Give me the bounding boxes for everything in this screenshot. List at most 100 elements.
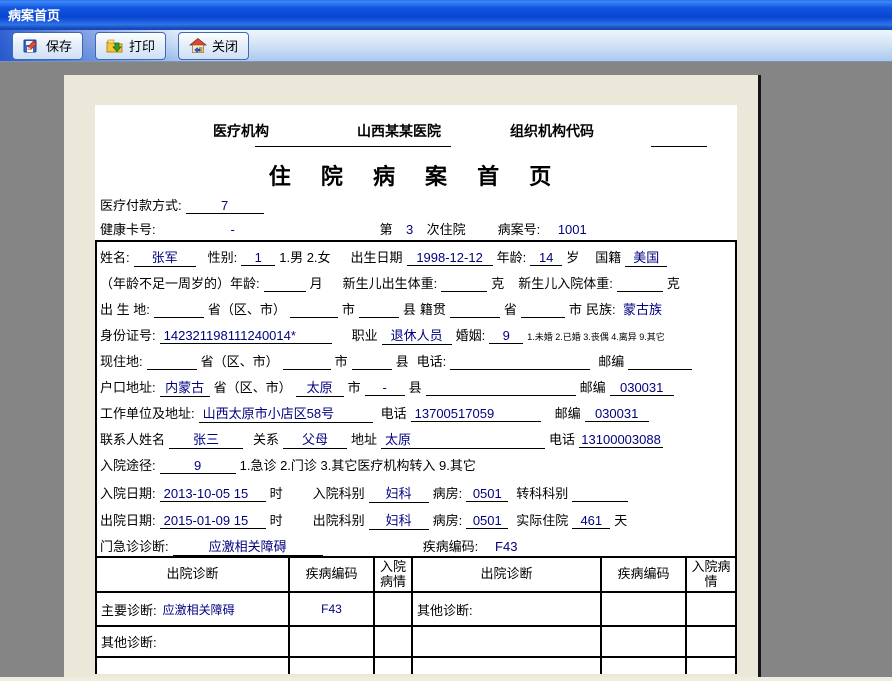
diagnosis-cell: 其他诊断: [95, 627, 290, 658]
form-row: 出院日期: 2015-01-09 15 时 出院科别 妇科 病房: 0501 实际住院 461 天 [100, 510, 737, 532]
bottom-scroll-strip[interactable] [0, 677, 892, 681]
field-label: 市 [568, 302, 582, 317]
field-label: 电话 [380, 406, 407, 421]
field-label: 姓名: [100, 250, 130, 265]
diagnosis-cell [602, 593, 687, 627]
field-label: 邮编 [579, 380, 606, 395]
field-label: 身份证号: [100, 328, 156, 343]
form-row: 入院日期: 2013-10-05 15 时 入院科别 妇科 病房: 0501 转科科别 [100, 483, 737, 505]
field-value: - [230, 222, 235, 237]
table-header-cell: 疾病编码 [290, 558, 375, 593]
field-label: 市 [347, 380, 361, 395]
field-label: 实际住院 [516, 513, 569, 528]
field-label: 新生儿入院体重: [518, 276, 613, 291]
field-label: 籍贯 [419, 302, 446, 317]
cell-value: 应激相关障碍 [162, 602, 235, 617]
title-bar: 病案首页 [0, 0, 892, 28]
form-row: 姓名: 张军 性别: 1 1.男 2.女 出生日期 1998-12-12 年龄: 14 岁国籍 美国 [100, 247, 737, 269]
field-blank [425, 380, 576, 396]
diagnosis-cell [602, 627, 687, 658]
field-blank [616, 276, 663, 292]
diagnosis-cell: 主要诊断: 应激相关障碍 [95, 593, 290, 627]
field-blank [289, 302, 338, 318]
field-label: 健康卡号: [100, 222, 156, 237]
form-row: 医疗付款方式: 7 [100, 195, 737, 217]
field-value: 13100003088 [579, 432, 664, 448]
field-value: 内蒙古 [159, 377, 210, 397]
cell-label: 主要诊断: [101, 602, 157, 618]
diagnosis-table: 出院诊断 疾病编码 入院病情 出院诊断 疾病编码 入院病情 主要诊断: 应激相关障碍 F43 其他… [95, 556, 737, 674]
field-value: 山西太原市小店区58号 [198, 403, 373, 423]
field-label: 医疗付款方式: [100, 198, 182, 213]
field-value: 9 [489, 328, 524, 344]
table-header-cell: 入院病情 [687, 558, 737, 593]
table-row [95, 658, 737, 674]
field-value: 3 [406, 222, 414, 237]
form-row: 入院途径: 9 1.急诊 2.门诊 3.其它医疗机构转入 9.其它 [100, 455, 737, 477]
save-icon [23, 37, 41, 55]
field-value: 14 [530, 250, 563, 266]
form-row: （年龄不足一周岁的）年龄: 月新生儿出生体重: 克新生儿入院体重: 克 [100, 273, 737, 295]
field-label: 天 [614, 513, 628, 528]
diagnosis-cell [413, 627, 602, 658]
field-label: 入院途径: [100, 458, 156, 473]
app-window: 病案首页 保存 打印 关闭 医疗机构 山西某某医院 组织机构代码 住 院 病 案… [0, 0, 892, 681]
field-blank [441, 276, 488, 292]
medical-record-sheet: 医疗机构 山西某某医院 组织机构代码 住 院 病 案 首 页 医疗付款方式: 7 健… [95, 105, 737, 674]
field-label: 克 [491, 276, 505, 291]
field-label: 出 生 地: [100, 302, 150, 317]
field-value: 1 [241, 250, 276, 266]
field-note: 1.男 2.女 [279, 250, 331, 265]
field-blank [449, 302, 500, 318]
field-label: 县 [395, 354, 409, 369]
field-value: 1998-12-12 [406, 250, 493, 266]
form-row: 联系人姓名 张三 关系 父母 地址 太原 电话 13100003088 [100, 429, 737, 451]
form-row: 健康卡号: - 第 3 次住院 病案号: 1001 [100, 219, 737, 241]
field-label: 次住院 [426, 222, 466, 237]
diagnosis-cell: 其他诊断: [413, 593, 602, 627]
table-row: 出院诊断 疾病编码 入院病情 出院诊断 疾病编码 入院病情 [95, 558, 737, 593]
field-value: 张三 [169, 429, 244, 449]
field-label: 现住地: [100, 354, 143, 369]
field-label: 病房: [432, 513, 463, 528]
field-value: 应激相关障碍 [172, 536, 323, 556]
cell-label: 其他诊断: [417, 602, 473, 618]
table-header-cell: 疾病编码 [602, 558, 687, 593]
field-label: 出院日期: [100, 513, 156, 528]
field-value: 1001 [557, 222, 587, 237]
field-value: 太原 [295, 377, 344, 397]
field-blank [351, 354, 392, 370]
diagnosis-cell [375, 658, 413, 674]
diagnosis-cell [687, 658, 737, 674]
print-icon [106, 37, 124, 55]
print-button[interactable]: 打印 [95, 31, 167, 60]
field-value: 妇科 [368, 483, 429, 503]
save-button[interactable]: 保存 [12, 31, 84, 60]
field-value: F43 [495, 539, 518, 554]
field-label: 时 [269, 513, 283, 528]
field-value: 0501 [466, 486, 509, 502]
hospital-name: 山西某某医院 [357, 123, 441, 139]
field-blank [628, 354, 693, 370]
form-row: 出 生 地: 省（区、市） 市 县籍贯 省 市民族: 蒙古族 [100, 299, 737, 321]
field-label: 邮编 [554, 406, 581, 421]
field-value: 2013-10-05 15 [159, 486, 266, 502]
close-button[interactable]: 关闭 [178, 31, 250, 60]
table-row: 主要诊断: 应激相关障碍 F43 其他诊断: [95, 593, 737, 627]
form-row: 现住地: 省（区、市） 市 县电话: 邮编 [100, 351, 737, 373]
field-value: 2015-01-09 15 [159, 513, 266, 529]
field-label: 省（区、市） [207, 302, 286, 317]
diagnosis-cell [602, 658, 687, 674]
field-value: 142321198111240014* [159, 328, 332, 344]
field-label: 第 [379, 222, 393, 237]
field-blank [146, 354, 197, 370]
field-label: 入院科别 [312, 486, 365, 501]
form-title: 住 院 病 案 首 页 [268, 164, 564, 189]
field-label: 联系人姓名 [100, 432, 166, 447]
field-label: 职业 [351, 328, 378, 343]
field-value: 13700517059 [410, 406, 541, 422]
field-label: 工作单位及地址: [100, 406, 195, 421]
field-value: 美国 [625, 247, 668, 267]
org-label: 医疗机构 [213, 123, 269, 139]
field-label: 民族: [585, 302, 616, 317]
